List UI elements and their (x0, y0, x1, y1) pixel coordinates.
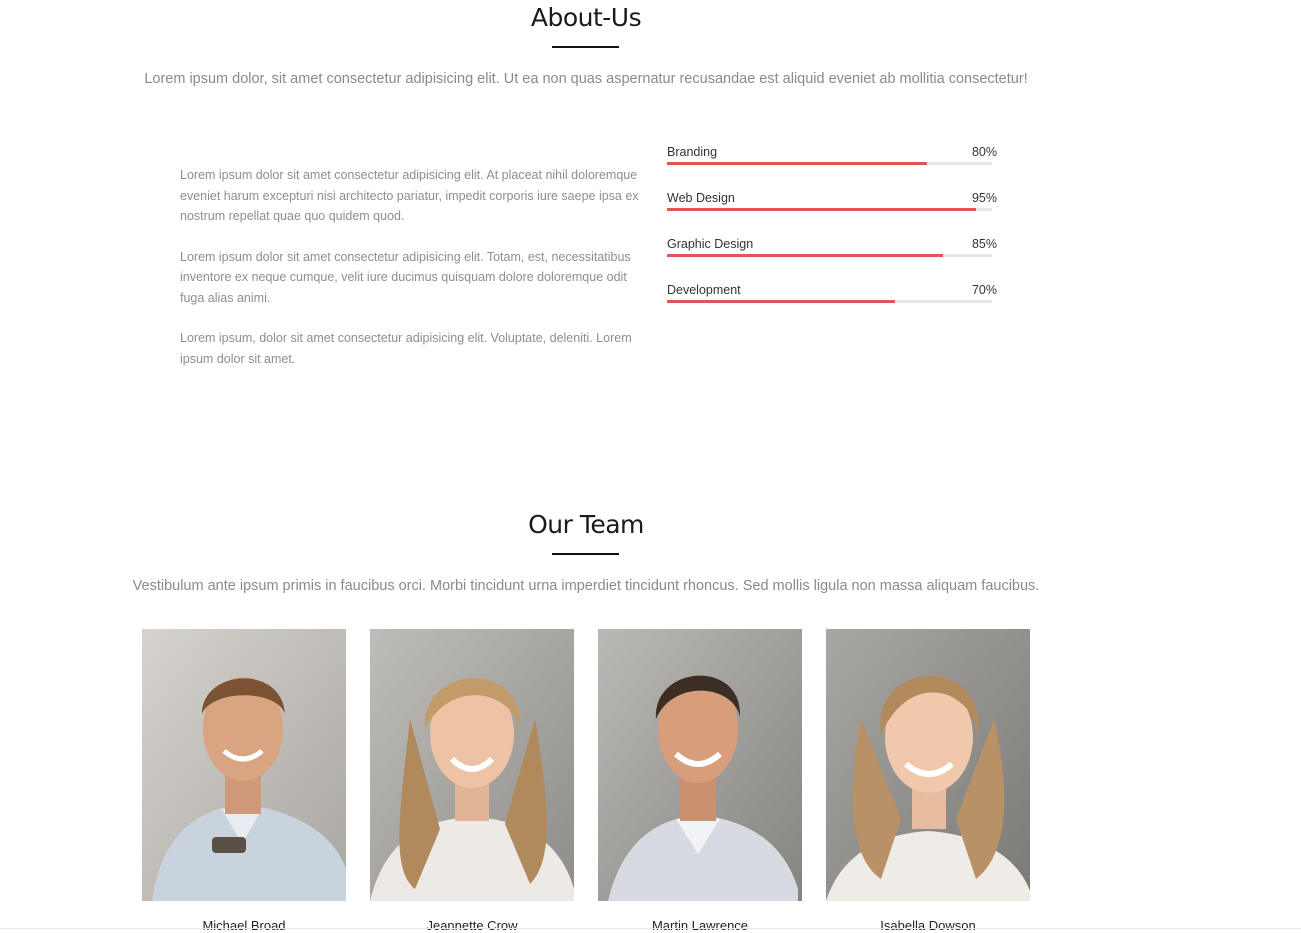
skill-web-design: Web Design 95% (667, 191, 997, 237)
about-paragraph-1: Lorem ipsum dolor sit amet consectetur a… (180, 168, 639, 223)
team-member-name: Martin Lawrence (651, 918, 749, 933)
team-member-photo (370, 629, 574, 901)
team-member-name: Michael Broad (202, 918, 286, 933)
about-text-column: Lorem ipsum dolor sit amet consectetur a… (180, 165, 642, 389)
team-member-card[interactable]: Martin Lawrence (598, 629, 802, 933)
skill-percent: 70% (971, 283, 997, 297)
skills-list: Branding 80% Web Design 95% Graphic Desi… (667, 145, 997, 329)
team-member-card[interactable]: Isabella Dowson (826, 629, 1030, 933)
team-member-card[interactable]: Michael Broad (142, 629, 346, 933)
skill-name: Web Design (667, 191, 735, 205)
about-title: About-Us (530, 3, 642, 32)
skill-percent: 80% (971, 145, 997, 159)
skill-name: Branding (667, 145, 718, 159)
skill-progress-track (667, 300, 992, 303)
skill-progress-fill (667, 208, 976, 211)
person-portrait-icon (598, 629, 802, 901)
skill-branding: Branding 80% (667, 145, 997, 191)
about-paragraph-2: Lorem ipsum dolor sit amet consectetur a… (180, 249, 631, 305)
person-portrait-icon (142, 629, 346, 901)
skill-development: Development 70% (667, 283, 997, 329)
team-title: Our Team (528, 510, 644, 539)
skill-progress-track (667, 162, 992, 165)
person-portrait-icon (370, 629, 574, 901)
skill-percent: 95% (971, 191, 997, 205)
page-bottom-divider (0, 928, 1301, 929)
team-member-card[interactable]: Jeannette Crow (370, 629, 574, 933)
about-title-underline (552, 46, 619, 48)
person-portrait-icon (826, 629, 1030, 901)
skill-progress-fill (667, 162, 927, 165)
about-paragraph-3: Lorem ipsum, dolor sit amet consectetur … (180, 331, 632, 366)
skill-percent: 85% (971, 237, 997, 251)
skill-progress-fill (667, 254, 944, 257)
skill-progress-track (667, 208, 992, 211)
team-member-photo (598, 629, 802, 901)
skill-name: Development (667, 283, 741, 297)
team-member-photo (142, 629, 346, 901)
skill-name: Graphic Design (667, 237, 754, 251)
team-member-name: Jeannette Crow (426, 918, 518, 933)
team-title-underline (552, 553, 619, 555)
about-lead: Lorem ipsum dolor, sit amet consectetur … (144, 71, 1028, 87)
team-member-name: Isabella Dowson (880, 918, 976, 933)
skill-progress-track (667, 254, 992, 257)
skill-progress-fill (667, 300, 895, 303)
team-lead: Vestibulum ante ipsum primis in faucibus… (132, 578, 1040, 594)
skill-graphic-design: Graphic Design 85% (667, 237, 997, 283)
team-grid: Michael Broad Jeannette Crow Martin Lawr… (142, 629, 1032, 933)
team-member-photo (826, 629, 1030, 901)
